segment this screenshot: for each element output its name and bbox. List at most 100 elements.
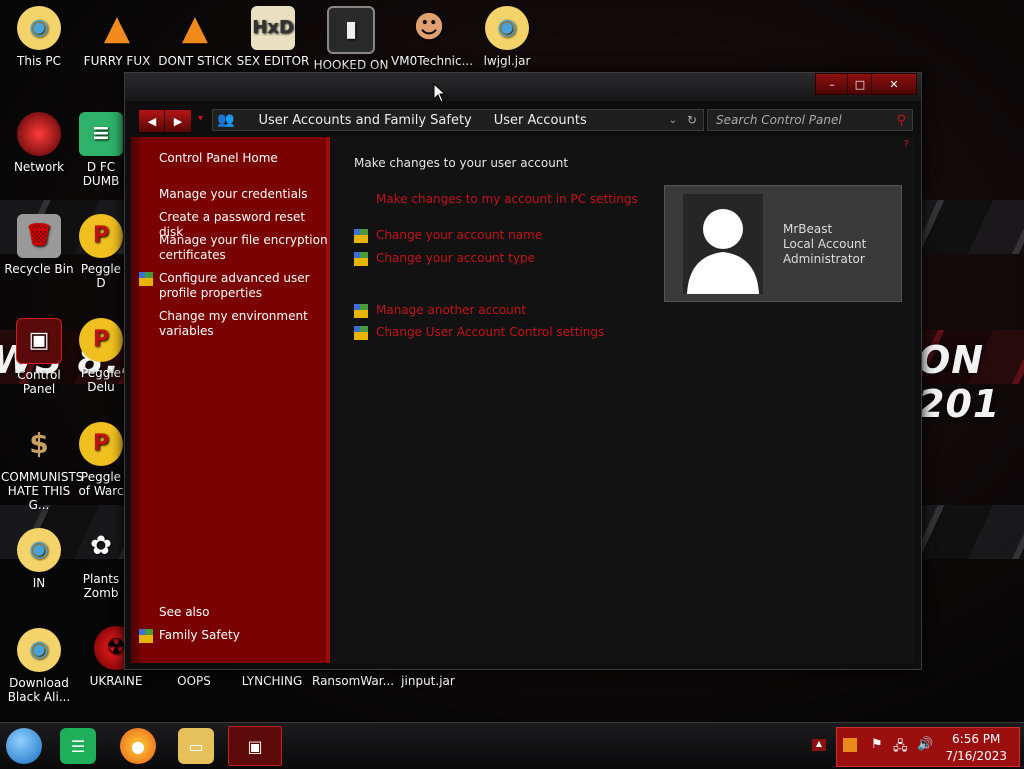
user-avatar <box>683 194 763 294</box>
vlc-cone-icon: ▲ <box>103 8 131 48</box>
uac-shield-icon <box>139 272 153 286</box>
desktop-icon-d-fc-dumb[interactable]: ≡ D FC DUMB <box>78 112 124 188</box>
desktop-icon-control-panel[interactable]: ▣ Control Panel <box>1 318 77 396</box>
desktop-icon-label: RansomWar... <box>312 674 395 688</box>
user-account-type: Local Account <box>783 237 867 251</box>
arrow-left-icon: ◀ <box>147 114 157 128</box>
uac-shield-icon <box>354 229 368 243</box>
desktop-icon-label: Peggle of Warc <box>78 470 124 498</box>
start-button[interactable] <box>6 728 42 764</box>
desktop-icon-dont-stick[interactable]: ▲ DONT STICK <box>157 6 233 68</box>
taskbar-app-control-panel[interactable]: ▣ <box>228 726 282 766</box>
desktop-icon-sex-editor[interactable]: HxD SEX EDITOR <box>235 6 311 68</box>
peggle-icon: P <box>79 422 123 466</box>
desktop-icon-label: DONT STICK <box>158 54 232 68</box>
firefox-icon: ● <box>131 736 145 756</box>
desktop-icon-vm0technic[interactable]: ☻ VM0Technic... <box>391 6 474 69</box>
main-content: ? Make changes to your user account Make… <box>330 137 915 663</box>
recycle-bin-icon: 🗑 <box>17 214 61 258</box>
back-button[interactable]: ◀ <box>138 109 166 133</box>
desktop-icon-label: Network <box>13 160 65 174</box>
star-avatar-icon: ◉ <box>485 6 529 50</box>
recent-pages-dropdown[interactable]: ▾ <box>198 113 203 124</box>
sidebar-item-family-safety[interactable]: Family Safety <box>159 628 329 643</box>
desktop-icon-lwjgl-jar[interactable]: ◉ lwjgl.jar <box>469 6 545 68</box>
search-icon[interactable]: ⚲ <box>896 113 906 128</box>
desktop-icon-label: SEX EDITOR <box>236 54 310 68</box>
uac-shield-icon <box>354 326 368 340</box>
sidebar-item-control-panel-home[interactable]: Control Panel Home <box>159 151 329 166</box>
family-safety-icon <box>139 629 153 643</box>
link-manage-another-account[interactable]: Manage another account <box>376 303 526 317</box>
desktop-icon-label: UKRAINE <box>89 674 143 688</box>
sidebar-item-file-encryption[interactable]: Manage your file encryption certificates <box>159 233 329 263</box>
desktop-icon-plants-zomb[interactable]: ✿ Plants Zomb <box>78 524 124 600</box>
sidebar-item-environment-variables[interactable]: Change my environment variables <box>159 309 329 339</box>
desktop-icon-furry-fux[interactable]: ▲ FURRY FUX <box>79 6 155 68</box>
clock-date: 7/16/2023 <box>945 749 1007 763</box>
desktop-icon-recycle-bin[interactable]: 🗑 Recycle Bin <box>1 214 77 276</box>
desktop-icon-label: D FC DUMB <box>82 160 120 188</box>
taskbar-app-firefox[interactable]: ● <box>120 728 156 764</box>
clock[interactable]: 6:56 PM 7/16/2023 <box>945 731 1007 765</box>
chevron-down-icon[interactable]: ⌄ <box>669 115 677 126</box>
desktop-icon-download-black-ali[interactable]: ◉ Download Black Ali... <box>1 628 77 704</box>
desktop-icon-hooked-on[interactable]: ▮ HOOKED ON <box>313 6 389 72</box>
link-change-account-type[interactable]: Change your account type <box>376 251 535 265</box>
folder-icon: ▭ <box>188 736 204 756</box>
desktop-icon-label: HOOKED ON <box>313 58 389 72</box>
desktop-icon-this-pc[interactable]: ◉ This PC <box>1 6 77 68</box>
desktop-icon-peggle-delu[interactable]: P Peggle Delu <box>78 318 124 394</box>
vlc-cone-icon: ▲ <box>181 8 209 48</box>
see-also-heading: See also <box>159 605 210 619</box>
desktop-icon-label: VM0Technic... <box>391 54 474 68</box>
taskbar-app-file-explorer[interactable]: ▭ <box>178 728 214 764</box>
clock-time: 6:56 PM <box>952 732 1001 746</box>
taskbar-app-messages[interactable]: ☰ <box>60 728 96 764</box>
desktop-icon-in[interactable]: ◉ IN <box>1 528 77 590</box>
sidebar-item-manage-credentials[interactable]: Manage your credentials <box>159 187 329 202</box>
link-change-account-name[interactable]: Change your account name <box>376 228 542 242</box>
help-icon[interactable]: ? <box>904 139 909 150</box>
desktop-icon-label: Control Panel <box>17 368 61 396</box>
app-tray-icon[interactable] <box>843 738 857 752</box>
link-uac-settings[interactable]: Change User Account Control settings <box>376 325 604 339</box>
desktop-icon-label: Peggle D <box>80 262 122 290</box>
show-hidden-icons-button[interactable]: ▲ <box>812 739 826 751</box>
system-tray: ⚑ 🖧 🔊 6:56 PM 7/16/2023 <box>836 727 1020 767</box>
desktop-icon-label: Peggle Delu <box>80 366 122 394</box>
desktop-icon-communists[interactable]: $ COMMUNISTS HATE THIS G... <box>1 422 83 513</box>
doctor-icon: ☻ <box>413 10 445 45</box>
desktop-icon-label: FURRY FUX <box>83 54 151 68</box>
game-icon: ▮ <box>327 6 375 54</box>
forward-button[interactable]: ▶ <box>164 109 192 133</box>
page-title: Make changes to your user account <box>354 156 569 170</box>
desktop-icon-label: LYNCHING <box>241 674 303 688</box>
breadcrumb-user-accounts[interactable]: User Accounts <box>494 113 587 128</box>
minimize-button[interactable]: – <box>815 73 849 95</box>
link-pc-settings[interactable]: Make changes to my account in PC setting… <box>376 192 638 206</box>
desktop-icon-label: Plants Zomb <box>82 572 120 600</box>
refresh-icon[interactable]: ↻ <box>687 113 697 127</box>
close-button[interactable]: ✕ <box>871 73 917 95</box>
peggle-icon: P <box>79 214 123 258</box>
breadcrumb-user-accounts-family-safety[interactable]: User Accounts and Family Safety <box>258 113 471 128</box>
flower-icon: ✿ <box>90 531 112 561</box>
address-bar[interactable]: 👥 User Accounts and Family Safety User A… <box>212 109 704 131</box>
control-panel-icon: ▣ <box>16 318 62 364</box>
search-input[interactable]: Search Control Panel ⚲ <box>707 109 913 131</box>
volume-icon[interactable]: 🔊 <box>917 737 933 752</box>
action-center-flag-icon[interactable]: ⚑ <box>871 737 883 752</box>
desktop-icon-network[interactable]: Network <box>1 112 77 174</box>
desktop-icon-peggle-warc[interactable]: P Peggle of Warc <box>78 422 124 498</box>
app-icon: ≡ <box>79 112 123 156</box>
chevron-up-icon: ▲ <box>815 739 823 748</box>
network-tray-icon[interactable]: 🖧 <box>893 737 908 759</box>
star-avatar-icon: ◉ <box>17 528 61 572</box>
sidebar-item-advanced-profile[interactable]: Configure advanced user profile properti… <box>159 271 329 301</box>
desktop-icon-peggle-d[interactable]: P Peggle D <box>78 214 124 290</box>
users-icon: 👥 <box>217 112 235 128</box>
user-info: MrBeast Local Account Administrator <box>783 222 866 267</box>
window-titlebar[interactable]: – □ ✕ <box>125 73 921 101</box>
maximize-button[interactable]: □ <box>847 73 873 95</box>
